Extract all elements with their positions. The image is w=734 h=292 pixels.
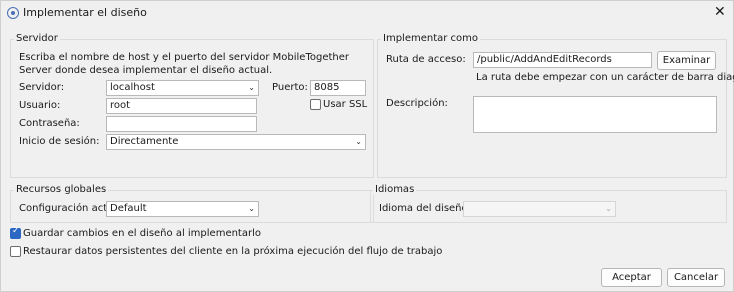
login-value: Directamente xyxy=(110,136,179,147)
path-field[interactable]: /public/AddAndEditRecords xyxy=(473,52,652,68)
path-value: /public/AddAndEditRecords xyxy=(477,54,612,65)
server-description: Escriba el nombre de host y el puerto de… xyxy=(19,52,349,76)
browse-button[interactable]: Examinar xyxy=(657,51,716,70)
server-combo[interactable]: localhost ⌄ xyxy=(106,80,259,96)
password-field[interactable] xyxy=(106,116,257,132)
design-language-combo[interactable]: ⌄ xyxy=(463,201,616,217)
close-icon[interactable]: ✕ xyxy=(714,4,726,20)
active-config-value: Default xyxy=(110,203,147,214)
cancel-button[interactable]: Cancelar xyxy=(667,268,725,287)
port-field[interactable]: 8085 xyxy=(310,80,366,96)
design-language-label: Idioma del diseño: xyxy=(379,203,472,214)
chevron-down-icon: ⌄ xyxy=(355,137,362,146)
user-field[interactable]: root xyxy=(106,98,257,114)
chevron-down-icon: ⌄ xyxy=(605,204,612,213)
description-label: Descripción: xyxy=(386,98,448,109)
path-label: Ruta de acceso: xyxy=(386,54,466,65)
window-title: Implementar el diseño xyxy=(23,6,147,19)
active-config-combo[interactable]: Default ⌄ xyxy=(106,201,259,217)
languages-group-label: Idiomas xyxy=(373,184,417,195)
save-changes-checkbox[interactable] xyxy=(10,226,21,239)
login-label: Inicio de sesión: xyxy=(19,136,100,147)
chevron-down-icon: ⌄ xyxy=(248,204,255,213)
port-label: Puerto: xyxy=(272,82,308,93)
server-value: localhost xyxy=(110,82,155,93)
global-resources-group-label: Recursos globales xyxy=(14,184,109,195)
ssl-label: Usar SSL xyxy=(323,99,368,110)
description-field[interactable] xyxy=(473,96,717,133)
server-group-label: Servidor xyxy=(14,33,60,44)
login-combo[interactable]: Directamente ⌄ xyxy=(106,134,366,150)
restore-data-label: Restaurar datos persistentes del cliente… xyxy=(23,246,443,257)
app-logo-icon xyxy=(7,7,19,19)
path-hint: La ruta debe empezar con un carácter de … xyxy=(476,72,734,83)
save-changes-label: Guardar cambios en el diseño al implemen… xyxy=(23,228,261,239)
server-label: Servidor: xyxy=(19,82,65,93)
title-bar: Implementar el diseño ✕ xyxy=(1,1,733,25)
deploy-dialog: Implementar el diseño ✕ Servidor Escriba… xyxy=(0,0,734,292)
restore-data-checkbox[interactable] xyxy=(10,246,21,257)
user-value: root xyxy=(110,100,131,111)
port-value: 8085 xyxy=(314,82,340,93)
deploy-as-group-label: Implementar como xyxy=(381,33,481,44)
user-label: Usuario: xyxy=(19,100,61,111)
password-label: Contraseña: xyxy=(19,118,80,129)
accept-button[interactable]: Aceptar xyxy=(601,268,662,287)
chevron-down-icon: ⌄ xyxy=(248,83,255,92)
ssl-checkbox[interactable] xyxy=(310,99,321,110)
